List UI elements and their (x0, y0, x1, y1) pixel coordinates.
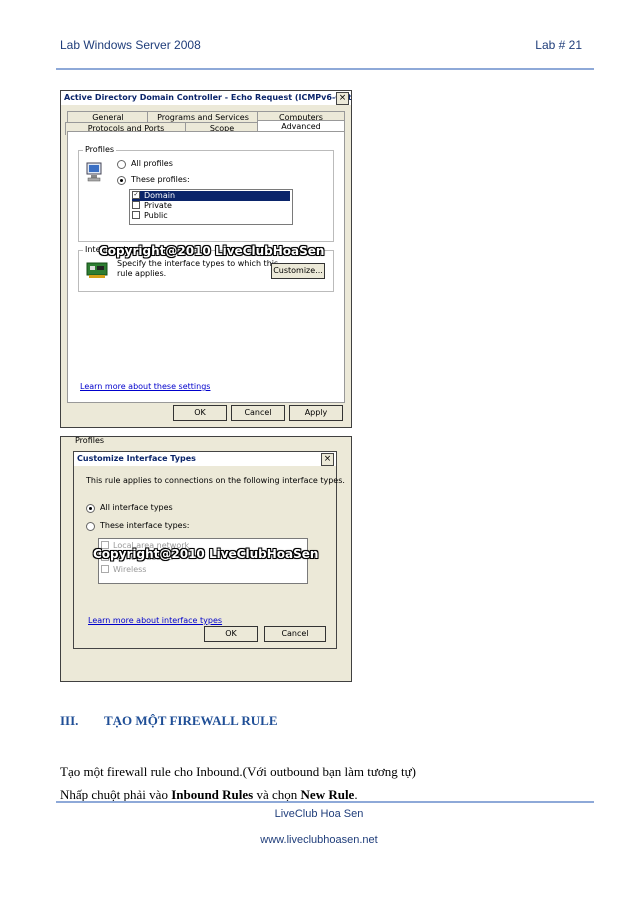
list-item-public[interactable]: Public (132, 210, 290, 221)
rule-properties-dialog: Active Directory Domain Controller - Ech… (60, 90, 352, 428)
network-card-icon (86, 262, 108, 278)
all-interface-types-label: All interface types (100, 503, 173, 512)
inbound-rules-term: Inbound Rules (171, 787, 254, 802)
all-profiles-label: All profiles (131, 159, 173, 168)
interface-types-list: Local area network Remote access Wireles… (93, 538, 318, 584)
learn-more-interface-link[interactable]: Learn more about interface types (88, 616, 222, 625)
profiles-group: Profiles All profiles These profiles: ✓ D… (78, 145, 334, 242)
checkbox-icon[interactable] (132, 200, 140, 209)
section-heading: III. TẠO MỘT FIREWALL RULE (60, 713, 278, 729)
paragraph-1: Tạo một firewall rule cho Inbound.(Với o… (60, 764, 417, 779)
checkbox-icon[interactable] (132, 210, 140, 219)
tab-panel-advanced: Profiles All profiles These profiles: ✓ D… (67, 131, 345, 403)
interface-desc-line1: Specify the interface types to which thi… (117, 259, 279, 268)
learn-more-settings-link[interactable]: Learn more about these settings (80, 382, 210, 391)
header-lab-number: Lab # 21 (535, 38, 582, 52)
new-rule-term: New Rule (300, 787, 355, 802)
these-interface-types-radio[interactable] (86, 522, 95, 531)
computer-icon (86, 162, 102, 182)
footer-divider (56, 801, 594, 803)
close-icon[interactable]: × (336, 92, 349, 105)
copyright-watermark: Copyright@2010 LiveClubHoaSen (93, 547, 319, 561)
customize-interface-types-dialog: Customize Interface Types × This rule ap… (73, 451, 345, 649)
list-item-wireless[interactable]: Wireless (101, 564, 305, 575)
list-item-domain[interactable]: ✓ Domain (132, 190, 290, 201)
profiles-list: ✓ Domain Private Public (129, 189, 293, 225)
dialog-title: Active Directory Domain Controller - Ech… (61, 91, 351, 105)
ok-button[interactable]: OK (204, 626, 258, 642)
copyright-watermark: Copyright@2010 LiveClubHoaSen (99, 244, 325, 258)
background-properties-window: Profiles Customize Interface Types × Thi… (60, 436, 352, 682)
footer-club-name: LiveClub Hoa Sen (274, 808, 364, 820)
customize-button[interactable]: Customize... (271, 263, 325, 279)
these-profiles-label: These profiles: (131, 175, 190, 184)
interface-rule-desc: This rule applies to connections on the … (86, 476, 345, 485)
dialog-title: Customize Interface Types (74, 452, 336, 466)
cancel-button[interactable]: Cancel (231, 405, 285, 421)
background-profiles-label: Profiles (75, 436, 105, 445)
section-title: TẠO MỘT FIREWALL RULE (104, 713, 278, 728)
ok-button[interactable]: OK (173, 405, 227, 421)
cancel-button[interactable]: Cancel (264, 626, 326, 642)
checkbox-disabled-icon[interactable] (101, 564, 109, 573)
footer-website: www.liveclubhoasen.net (260, 834, 378, 846)
checkbox-checked-icon[interactable]: ✓ (132, 190, 140, 199)
apply-button[interactable]: Apply (289, 405, 343, 421)
all-profiles-radio[interactable] (117, 160, 126, 169)
interface-types-group: Interface types Specify the interface ty… (78, 244, 334, 292)
header-divider (56, 68, 594, 70)
these-profiles-radio[interactable] (117, 176, 126, 185)
header-title: Lab Windows Server 2008 (60, 38, 201, 52)
list-item-private[interactable]: Private (132, 200, 290, 211)
close-icon[interactable]: × (321, 453, 334, 466)
all-interface-types-radio[interactable] (86, 504, 95, 513)
these-interface-types-label: These interface types: (100, 521, 190, 530)
interface-desc-line2: rule applies. (117, 269, 167, 278)
profiles-label: Profiles (83, 145, 117, 154)
section-number: III. (60, 713, 79, 728)
